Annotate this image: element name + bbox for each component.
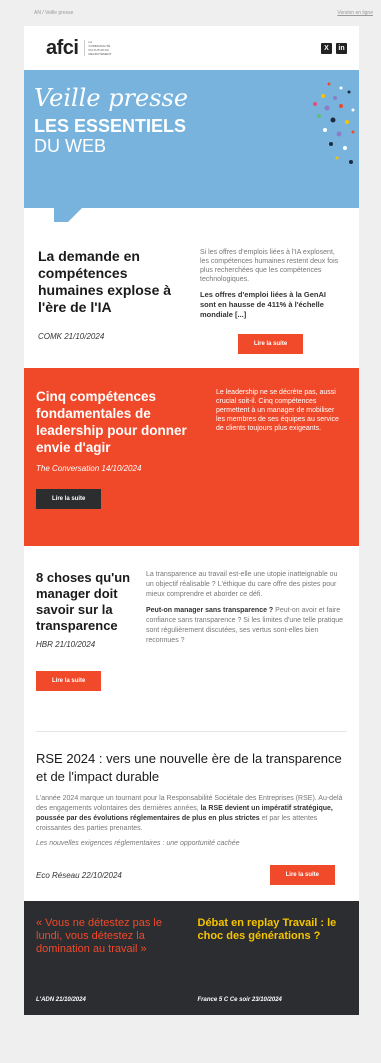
- article-description: Si les offres d'emplois liées à l'IA exp…: [200, 249, 339, 283]
- banner-title: LES ESSENTIELS: [34, 116, 187, 136]
- replay-link[interactable]: Débat en replay Travail : le choc des gé…: [198, 917, 348, 943]
- article-title[interactable]: 8 choses qu'un manager doit savoir sur l…: [36, 570, 132, 634]
- top-bar: AN / Veille presse Version en ligne: [0, 0, 381, 26]
- article-title[interactable]: Cinq compétences fondamentales de leader…: [36, 388, 204, 456]
- read-more-button[interactable]: Lire la suite: [36, 671, 102, 691]
- article-title[interactable]: La demande en compétences humaines explo…: [38, 248, 188, 316]
- dots-decoration: [313, 82, 355, 164]
- article-source: Eco Réseau 22/10/2024: [36, 870, 122, 880]
- article-description: Le leadership ne se décrète pas, aussi c…: [216, 389, 339, 432]
- read-more-button[interactable]: Lire la suite: [269, 865, 335, 885]
- social-links: X in: [321, 42, 347, 54]
- logo-text: afci: [46, 36, 79, 59]
- linkedin-icon[interactable]: in: [336, 42, 347, 54]
- online-version-link[interactable]: Version en ligne: [337, 10, 373, 16]
- article-source: The Conversation 14/10/2024: [36, 464, 142, 473]
- article-1: La demande en compétences humaines explo…: [24, 208, 359, 368]
- article-paragraph: Peut-on manager sans transparence ? Peut…: [146, 606, 347, 646]
- read-more-button[interactable]: Lire la suite: [237, 334, 304, 354]
- read-more-button[interactable]: Lire la suite: [36, 489, 102, 509]
- page: AN / Veille presse Version en ligne afci…: [0, 0, 381, 1063]
- afci-logo[interactable]: afci LA COMMUNAUTÉ DU FUTUR DU RECRUTEME…: [46, 36, 111, 60]
- quote-link[interactable]: « Vous ne détestez pas le lundi, vous dé…: [36, 917, 186, 956]
- newsletter: afci LA COMMUNAUTÉ DU FUTUR DU RECRUTEME…: [24, 26, 359, 1015]
- article-paragraph-bold: Peut-on manager sans transparence ?: [146, 607, 274, 614]
- quote-source: L'ADN 21/10/2024: [36, 997, 86, 1003]
- article-note: Les nouvelles exigences réglementaires :…: [36, 840, 240, 847]
- article-highlight: Les offres d'emploi liées à la GenAI son…: [200, 290, 326, 319]
- article-body: L'année 2024 marque un tournant pour la …: [36, 794, 347, 834]
- banner-script-title: Veille presse: [34, 84, 189, 112]
- replay-source: France 5 C Ce soir 23/10/2024: [197, 997, 282, 1003]
- x-icon[interactable]: X: [321, 42, 332, 54]
- header: afci LA COMMUNAUTÉ DU FUTUR DU RECRUTEME…: [24, 26, 359, 70]
- banner-speech-tail: [54, 208, 82, 222]
- article-source: COMK 21/10/2024: [38, 332, 105, 341]
- article-description: La transparence au travail est-elle une …: [146, 571, 338, 598]
- article-title[interactable]: RSE 2024 : vers une nouvelle ère de la t…: [36, 750, 347, 786]
- article-3: 8 choses qu'un manager doit savoir sur l…: [24, 546, 359, 731]
- bottom-block: « Vous ne détestez pas le lundi, vous dé…: [24, 901, 359, 1015]
- article-source: HBR 21/10/2024: [36, 640, 96, 649]
- logo-tagline: LA COMMUNAUTÉ DU FUTUR DU RECRUTEMENT: [84, 40, 111, 56]
- breadcrumb: AN / Veille presse: [34, 10, 74, 16]
- article-4: RSE 2024 : vers une nouvelle ère de la t…: [24, 732, 359, 901]
- banner-subtitle: DU WEB: [34, 136, 106, 156]
- hero-banner: Veille presse LES ESSENTIELS DU WEB: [24, 70, 359, 222]
- article-2: Cinq compétences fondamentales de leader…: [24, 368, 359, 546]
